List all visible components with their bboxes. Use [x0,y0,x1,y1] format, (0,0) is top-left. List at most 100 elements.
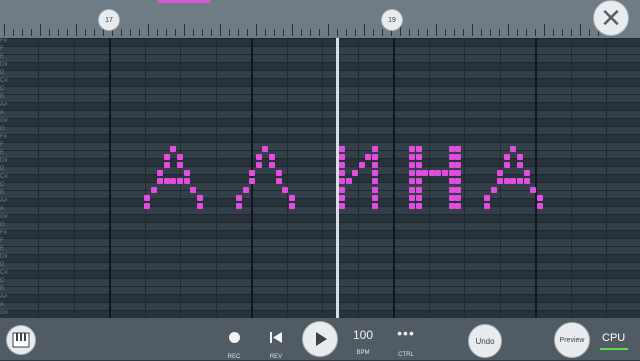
note[interactable] [197,195,203,201]
note[interactable] [170,146,176,152]
preview-button[interactable]: Preview [554,322,590,358]
note[interactable] [151,187,157,193]
note[interactable] [442,170,448,176]
note[interactable] [256,154,262,160]
bar-marker-19[interactable]: 19 [381,9,403,31]
note[interactable] [416,195,422,201]
playhead[interactable] [336,38,339,318]
note[interactable] [282,187,288,193]
note[interactable] [416,154,422,160]
note[interactable] [236,195,242,201]
note[interactable] [177,178,183,184]
note[interactable] [537,195,543,201]
note[interactable] [170,178,176,184]
note[interactable] [455,195,461,201]
note[interactable] [504,162,510,168]
note[interactable] [491,187,497,193]
note[interactable] [372,178,378,184]
note[interactable] [365,154,371,160]
note[interactable] [524,170,530,176]
note[interactable] [497,178,503,184]
note[interactable] [256,162,262,168]
note[interactable] [236,203,242,209]
note[interactable] [184,178,190,184]
note[interactable] [164,162,170,168]
note[interactable] [484,195,490,201]
note[interactable] [372,154,378,160]
note[interactable] [372,187,378,193]
bar-marker-17[interactable]: 17 [98,9,120,31]
note[interactable] [339,195,345,201]
note[interactable] [530,187,536,193]
note[interactable] [409,187,415,193]
note[interactable] [455,154,461,160]
note[interactable] [359,162,365,168]
note[interactable] [455,178,461,184]
note[interactable] [497,170,503,176]
piano-roll-grid[interactable]: F# F E D# D C# C B A# A G# G F# F E D# D C# C B A# A G# G F# F E D#… [0,38,640,318]
note[interactable] [416,178,422,184]
note[interactable] [510,146,516,152]
note[interactable] [269,162,275,168]
note[interactable] [164,154,170,160]
note[interactable] [262,146,268,152]
note[interactable] [517,154,523,160]
note[interactable] [177,154,183,160]
rewind-button[interactable]: REV [264,324,288,360]
note[interactable] [276,178,282,184]
note[interactable] [339,154,345,160]
note[interactable] [339,162,345,168]
note[interactable] [157,178,163,184]
note[interactable] [289,203,295,209]
close-button[interactable]: ✕ [593,0,629,36]
note[interactable] [289,195,295,201]
note[interactable] [455,146,461,152]
note[interactable] [184,170,190,176]
note[interactable] [339,203,345,209]
note[interactable] [197,203,203,209]
piano-keyboard-button[interactable] [6,325,36,355]
record-button[interactable]: REC [222,324,246,360]
note[interactable] [372,203,378,209]
note[interactable] [346,178,352,184]
note[interactable] [409,154,415,160]
note[interactable] [339,146,345,152]
note[interactable] [190,187,196,193]
note[interactable] [455,187,461,193]
note[interactable] [249,170,255,176]
controls-button[interactable]: ••• CTRL [392,324,420,358]
note[interactable] [409,203,415,209]
note[interactable] [249,178,255,184]
note[interactable] [455,162,461,168]
note[interactable] [372,146,378,152]
note[interactable] [416,203,422,209]
note[interactable] [409,162,415,168]
note[interactable] [372,195,378,201]
note[interactable] [157,170,163,176]
note[interactable] [372,170,378,176]
note[interactable] [144,203,150,209]
undo-button[interactable]: Undo [468,324,502,358]
note[interactable] [416,146,422,152]
note[interactable] [409,146,415,152]
note[interactable] [455,170,461,176]
note[interactable] [243,187,249,193]
note[interactable] [339,178,345,184]
note[interactable] [352,170,358,176]
note[interactable] [372,162,378,168]
tempo-control[interactable]: 100 BPM [348,322,378,358]
note[interactable] [422,170,428,176]
note[interactable] [269,154,275,160]
note[interactable] [409,178,415,184]
note[interactable] [435,170,441,176]
note[interactable] [524,178,530,184]
note[interactable] [339,170,345,176]
note[interactable] [177,162,183,168]
note[interactable] [409,195,415,201]
note[interactable] [276,170,282,176]
play-button[interactable] [302,321,338,357]
timeline-ruler[interactable]: 17 19 ✕ [0,0,640,38]
note[interactable] [517,178,523,184]
note[interactable] [409,170,415,176]
note[interactable] [504,154,510,160]
